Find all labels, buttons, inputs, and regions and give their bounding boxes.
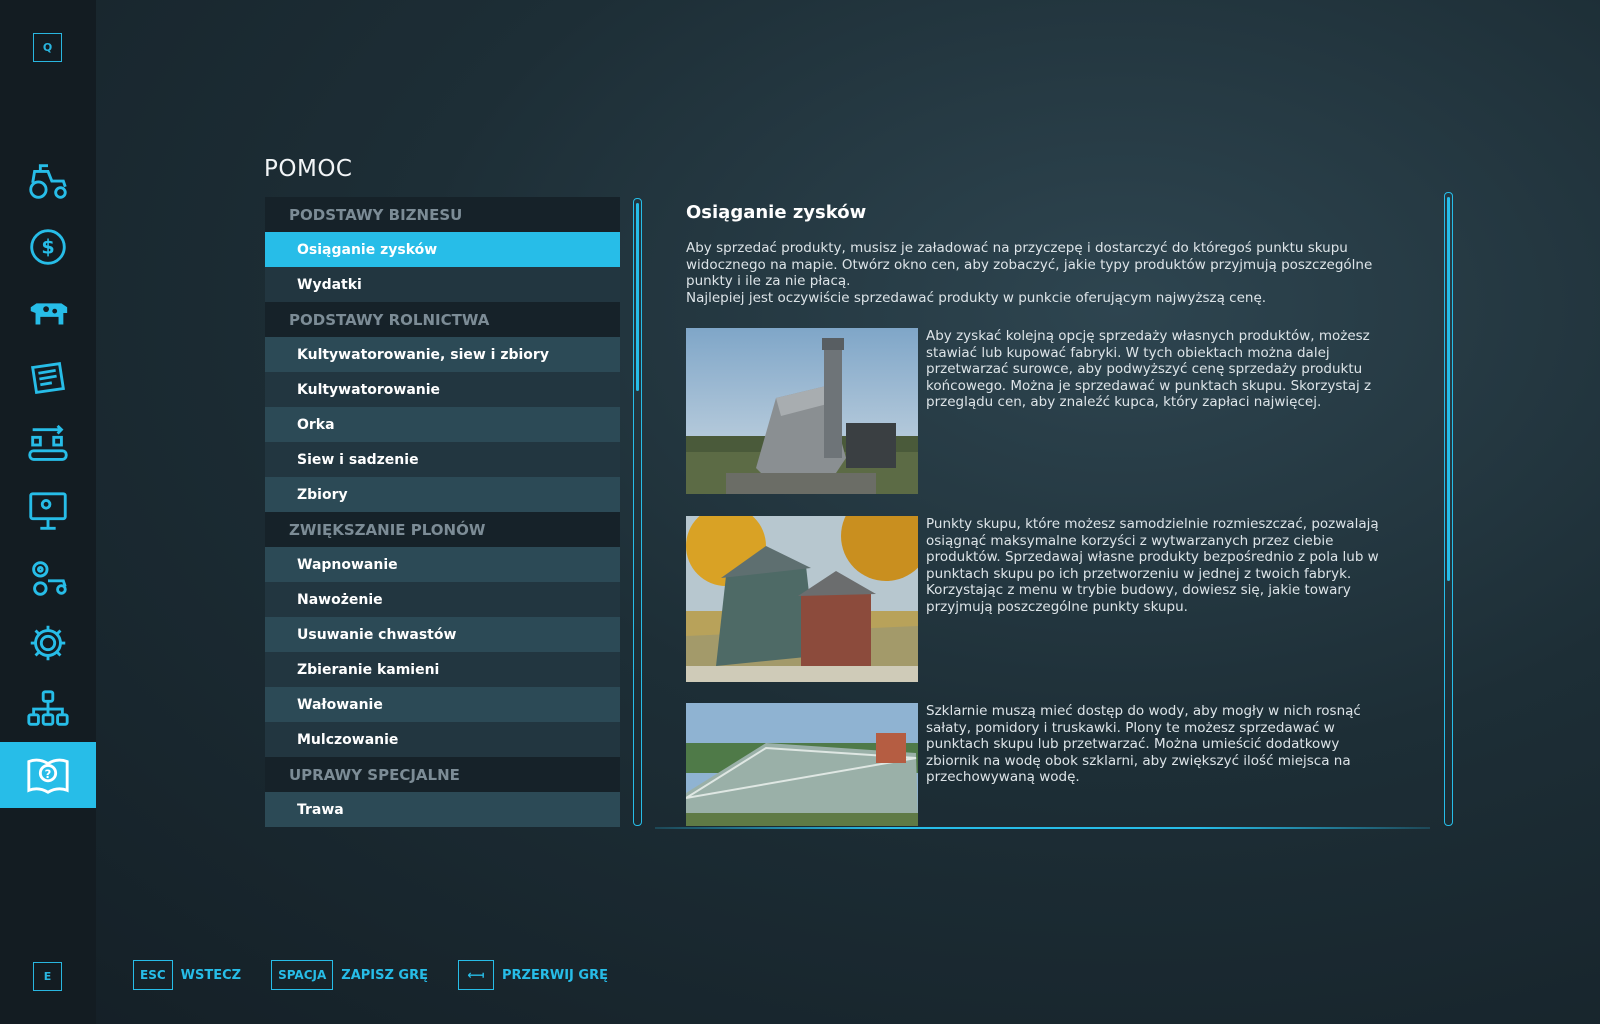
tractor-icon xyxy=(29,164,67,199)
help-category-header: PODSTAWY BIZNESU xyxy=(265,197,620,232)
help-topic-item[interactable]: Wapnowanie xyxy=(265,547,620,582)
cow-icon xyxy=(30,303,68,325)
help-topic-item[interactable]: Zbieranie kamieni xyxy=(265,652,620,687)
help-topic-item[interactable]: Wydatki xyxy=(265,267,620,302)
selling-station-image xyxy=(686,516,918,682)
intro-paragraph: Najlepiej jest oczywiście sprzedawać pro… xyxy=(686,289,1267,306)
help-category-header: ZWIĘKSZANIE PLONÓW xyxy=(265,512,620,547)
key-hint-q[interactable]: Q xyxy=(33,33,62,62)
key-hint-esc[interactable]: ESC xyxy=(133,960,173,990)
svg-text:$: $ xyxy=(41,236,54,259)
help-category-header: PODSTAWY ROLNICTWA xyxy=(265,302,620,337)
nav-vehicles[interactable] xyxy=(0,148,96,214)
help-topic-item[interactable]: Mulczowanie xyxy=(265,722,620,757)
nav-vehicle-settings[interactable] xyxy=(0,544,96,610)
back-button[interactable]: WSTECZ xyxy=(181,968,241,983)
help-topic-item[interactable]: Kultywatorowanie xyxy=(265,372,620,407)
key-hint-e[interactable]: E xyxy=(33,962,62,991)
topic-list-scrollbar[interactable] xyxy=(633,198,642,826)
help-book-icon: ? xyxy=(27,758,69,794)
settings-icon xyxy=(30,625,66,661)
nav-production[interactable] xyxy=(0,412,96,478)
key-hint-space[interactable]: SPACJA xyxy=(271,960,334,990)
content-divider xyxy=(655,827,1430,829)
content-scrollbar[interactable] xyxy=(1444,192,1453,826)
dollar-icon: $ xyxy=(30,229,66,265)
help-topic-item[interactable]: Siew i sadzenie xyxy=(265,442,620,477)
factory-image xyxy=(686,328,918,494)
nav-contracts[interactable] xyxy=(0,346,96,412)
save-game-button[interactable]: ZAPISZ GRĘ xyxy=(341,968,428,983)
help-topic-item[interactable]: Orka xyxy=(265,407,620,442)
footer-actions: ESC WSTECZ SPACJA ZAPISZ GRĘ ⟻ PRZERWIJ … xyxy=(133,960,638,990)
nav-settings[interactable] xyxy=(0,610,96,676)
block-text: Aby zyskać kolejną opcję sprzedaży własn… xyxy=(926,328,1372,410)
scrollbar-thumb[interactable] xyxy=(1447,197,1450,581)
hierarchy-icon xyxy=(27,690,69,726)
help-topic-item[interactable]: Usuwanie chwastów xyxy=(265,617,620,652)
content-intro: Aby sprzedać produkty, musisz je załadow… xyxy=(686,240,1386,306)
content-title: Osiąganie zysków xyxy=(686,202,867,223)
help-topic-list: PODSTAWY BIZNESU Osiąganie zysków Wydatki P… xyxy=(265,197,620,827)
help-topic-item[interactable]: Trawa xyxy=(265,792,620,827)
nav-hierarchy[interactable] xyxy=(0,676,96,742)
nav-finances[interactable]: $ xyxy=(0,214,96,280)
help-topic-item[interactable]: Kultywatorowanie, siew i zbiory xyxy=(265,337,620,372)
greenhouse-image xyxy=(686,703,918,826)
presentation-icon xyxy=(29,492,67,530)
production-icon xyxy=(28,424,68,461)
intro-paragraph: Aby sprzedać produkty, musisz je załadow… xyxy=(686,240,1373,289)
help-topic-item[interactable]: Nawożenie xyxy=(265,582,620,617)
gear-tractor-icon xyxy=(32,561,67,596)
contracts-icon xyxy=(31,362,65,395)
help-content: Osiąganie zysków Aby sprzedać produkty, … xyxy=(686,200,1406,826)
nav-tutorials[interactable] xyxy=(0,478,96,544)
help-topic-item[interactable]: Wałowanie xyxy=(265,687,620,722)
quit-game-button[interactable]: PRZERWIJ GRĘ xyxy=(502,968,608,983)
page-title: POMOC xyxy=(264,156,353,182)
sidebar: Q $ ? E xyxy=(0,0,96,1024)
nav-help[interactable]: ? xyxy=(0,742,96,808)
svg-text:?: ? xyxy=(45,767,52,781)
help-topic-item[interactable]: Osiąganie zysków xyxy=(265,232,620,267)
help-topic-item[interactable]: Zbiory xyxy=(265,477,620,512)
scrollbar-thumb[interactable] xyxy=(636,203,639,391)
key-hint-backspace[interactable]: ⟻ xyxy=(458,960,494,990)
block-text: Szklarnie muszą mieć dostęp do wody, aby… xyxy=(926,703,1361,785)
nav-animals[interactable] xyxy=(0,280,96,346)
help-category-header: UPRAWY SPECJALNE xyxy=(265,757,620,792)
block-text: Punkty skupu, które możesz samodzielnie … xyxy=(926,516,1379,615)
